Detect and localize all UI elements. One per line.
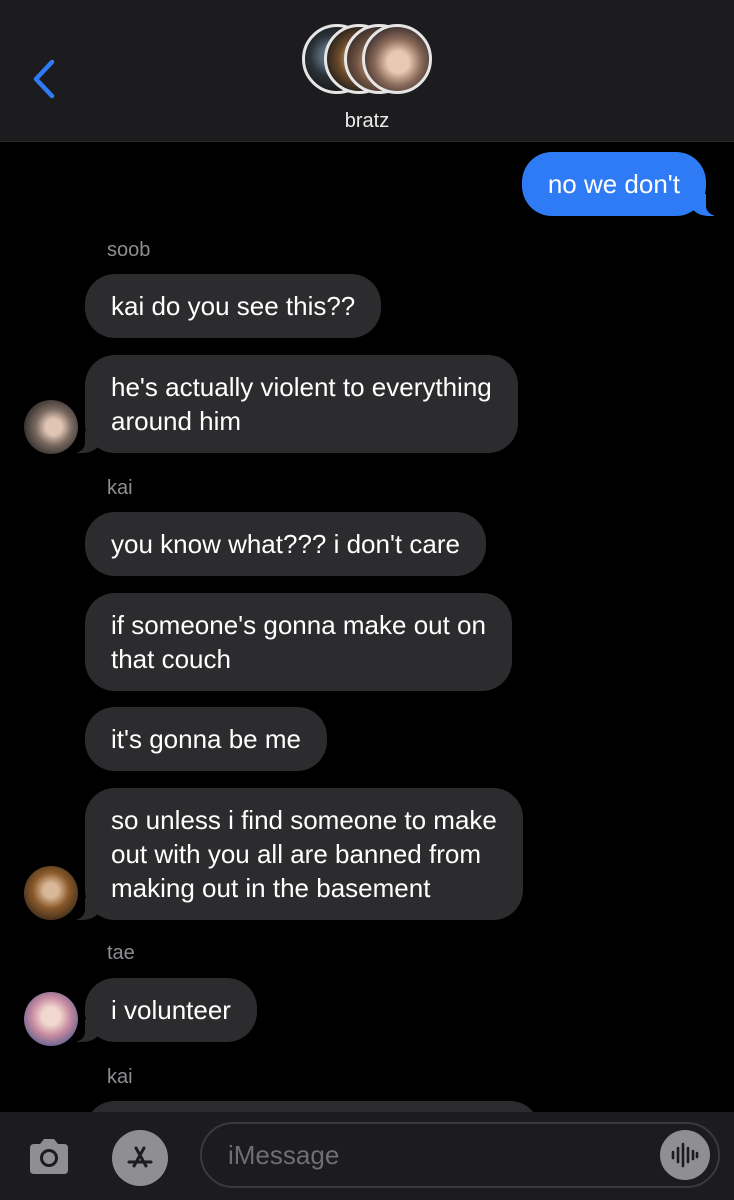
message-text: i volunteer [111, 995, 231, 1025]
message-line: that couch [111, 644, 231, 674]
sender-name: kai [107, 477, 133, 499]
sender-avatar[interactable] [24, 992, 78, 1046]
incoming-message[interactable]: if someone's gonna make out on that couc… [85, 593, 512, 691]
sender-name: tae [107, 942, 135, 964]
sender-avatar[interactable] [24, 866, 78, 920]
sender-avatar[interactable] [24, 400, 78, 454]
composer-bar: iMessage [0, 1112, 734, 1200]
camera-icon [30, 1139, 68, 1174]
message-line: so unless i find someone to make [111, 805, 497, 835]
conversation-header: bratz [0, 0, 734, 142]
message-text: you know what??? i don't care [111, 529, 460, 559]
message-text: it's gonna be me [111, 724, 301, 754]
message-line: making out in the basement [111, 873, 431, 903]
outgoing-message[interactable]: no we don't [521, 152, 727, 216]
camera-button[interactable] [24, 1132, 74, 1182]
group-member-avatar [362, 24, 432, 94]
message-input[interactable]: iMessage [200, 1122, 720, 1188]
incoming-message[interactable]: he's actually violent to everything arou… [65, 355, 518, 453]
incoming-message[interactable]: so unless i find someone to make out wit… [65, 788, 523, 920]
incoming-message[interactable]: it's gonna be me [85, 707, 327, 771]
message-line: if someone's gonna make out on [111, 610, 486, 640]
group-avatars[interactable] [302, 24, 434, 96]
imessage-screen: bratz no we don't soob kai do you see th… [0, 0, 734, 1200]
incoming-message[interactable]: i volunteer [65, 978, 257, 1042]
incoming-message[interactable]: you know what??? i don't care [85, 512, 486, 576]
message-text: no we don't [547, 169, 680, 199]
app-store-icon [127, 1146, 153, 1168]
message-line: he's actually violent to everything [111, 372, 492, 402]
back-button[interactable] [26, 54, 66, 104]
sender-name: kai [107, 1066, 133, 1088]
waveform-icon [671, 1142, 699, 1168]
audio-message-button[interactable] [660, 1130, 710, 1180]
incoming-message[interactable]: kai do you see this?? [85, 274, 382, 338]
message-input-placeholder: iMessage [228, 1140, 340, 1170]
message-line: around him [111, 406, 242, 436]
chevron-left-icon [33, 59, 55, 99]
message-line: out with you all are banned from [111, 839, 481, 869]
app-store-button[interactable] [112, 1130, 168, 1186]
group-name[interactable]: bratz [0, 110, 734, 133]
message-text: kai do you see this?? [111, 291, 356, 321]
sender-name: soob [107, 239, 151, 261]
